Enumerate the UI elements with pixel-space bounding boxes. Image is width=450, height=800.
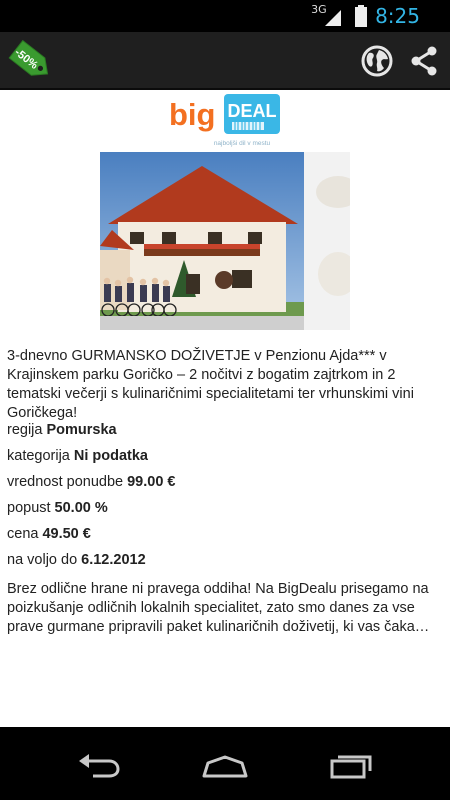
available-until-label: na voljo do (7, 552, 78, 568)
discount-value: 50.00 % (54, 500, 108, 516)
share-icon (411, 46, 437, 76)
battery-icon (355, 5, 368, 27)
category-row: kategorija Ni podatka (7, 446, 148, 466)
discount-tag-icon[interactable]: -50% (6, 38, 56, 84)
bigdeal-logo: big DEAL najboljši dil v mestu (168, 92, 282, 150)
recent-apps-button[interactable] (321, 751, 381, 781)
price-label: cena (7, 526, 39, 542)
region-value: Pomurska (46, 422, 117, 438)
available-until-value: 6.12.2012 (81, 552, 146, 568)
region-label: regija (7, 422, 43, 438)
value-value: 99.00 € (127, 474, 176, 490)
available-until-row: na voljo do 6.12.2012 (7, 550, 146, 570)
deal-photo (100, 152, 350, 330)
recent-apps-icon (330, 755, 372, 779)
price-row: cena 49.50 € (7, 524, 91, 544)
discount-row: popust 50.00 % (7, 498, 108, 518)
region-row: regija Pomurska (7, 420, 117, 440)
status-icons: 3G 8:25 (311, 3, 442, 29)
deal-description: Brez odlične hrane ni pravega oddiha! Na… (7, 581, 430, 635)
navigation-bar (0, 727, 450, 800)
globe-button[interactable] (357, 41, 397, 81)
status-bar: 3G 8:25 (0, 0, 450, 32)
back-button[interactable] (69, 751, 129, 781)
price-value: 49.50 € (42, 526, 91, 542)
logo-deal-text: DEAL (228, 101, 277, 121)
logo-big-text: big (169, 97, 216, 132)
signal-icon (325, 10, 342, 26)
share-button[interactable] (404, 41, 444, 81)
globe-icon (361, 45, 393, 77)
deal-title: 3-dnevno GURMANSKO DOŽIVETJE v Penzionu … (7, 348, 414, 421)
back-icon (79, 754, 120, 778)
home-icon (202, 755, 248, 778)
action-bar: -50% (0, 32, 450, 90)
deal-content: big DEAL najboljši dil v mestu 3-dnevno … (0, 90, 450, 727)
category-value: Ni podatka (73, 448, 148, 464)
logo-tagline: najboljši dil v mestu (214, 140, 271, 147)
value-label: vrednost ponudbe (7, 474, 124, 490)
category-label: kategorija (7, 448, 70, 464)
value-row: vrednost ponudbe 99.00 € (7, 472, 175, 492)
clock: 8:25 (375, 4, 420, 28)
discount-label: popust (7, 500, 51, 516)
home-button[interactable] (195, 751, 255, 781)
